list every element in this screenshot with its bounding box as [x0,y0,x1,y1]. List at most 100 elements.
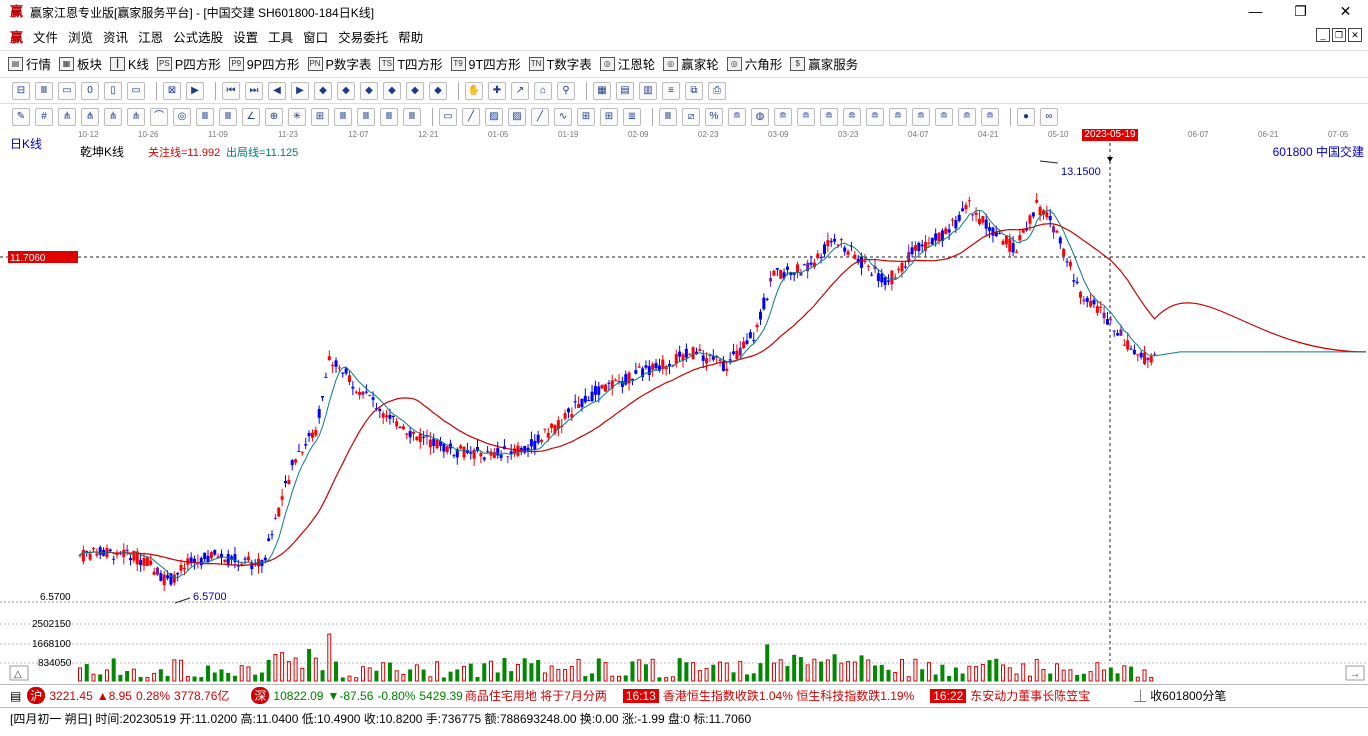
hand-icon[interactable]: ✋ [465,81,483,100]
mdi-restore-button[interactable]: ❐ [1332,28,1346,42]
diamond-icon[interactable]: ◆ [337,81,355,100]
levels-icon[interactable]: ≘ [889,107,907,126]
diamond-icon[interactable]: ◆ [360,81,378,100]
stripes-icon[interactable]: ≣ [623,107,641,126]
menu-help[interactable]: 帮助 [398,27,423,46]
bars-icon[interactable]: Ⅲ [334,107,352,126]
toolbar-sectors-button[interactable]: ▦ 板块 [59,54,102,73]
tag-icon[interactable]: ⌂ [534,81,552,100]
percent-icon[interactable]: % [705,107,723,126]
box-grid-icon[interactable]: ⊞ [577,107,595,126]
tick-detail-label[interactable]: 收601800分笔 [1150,687,1226,704]
bars-icon[interactable]: Ⅲ [219,107,237,126]
menu-tools[interactable]: 工具 [268,27,293,46]
menu-settings[interactable]: 设置 [233,27,258,46]
box-grid-icon[interactable]: ⊞ [600,107,618,126]
hatch-icon[interactable]: ▨ [485,107,503,126]
screen-icon[interactable]: ▭ [127,81,145,100]
page-icon[interactable]: ▭ [58,81,76,100]
fan-icon[interactable]: ⋔ [127,107,145,126]
list-icon[interactable]: ≡ [662,81,680,100]
toolbar-gann-wheel-button[interactable]: ◎ 江恩轮 [599,54,655,73]
toolbar-t-square-button[interactable]: TS T四方形 [379,54,443,73]
menu-trade[interactable]: 交易委托 [338,27,388,46]
levels-icon[interactable]: ≘ [866,107,884,126]
restore-button[interactable]: ❐ [1278,0,1323,24]
levels-icon[interactable]: ≘ [820,107,838,126]
first-icon[interactable]: ⏮ [222,81,240,100]
menu-formula[interactable]: 公式选股 [173,27,223,46]
minimize-button[interactable]: — [1233,0,1278,24]
color-wheel-icon[interactable]: ● [1017,107,1035,126]
kline-chart[interactable]: 10-12 10-26 11-09 11-23 12-07 12-21 01-0… [0,129,1368,682]
draw-icon[interactable]: ↗ [511,81,529,100]
infinity-icon[interactable]: ∞ [1040,107,1058,126]
levels-icon[interactable]: ≘ [728,107,746,126]
levels-icon[interactable]: ≘ [797,107,815,126]
news-item[interactable]: 香港恒生指数收跌1.04% 恒生科技指数跌1.19% [663,687,914,704]
last-icon[interactable]: ⏭ [245,81,263,100]
flag-icon[interactable]: ▶ [186,81,204,100]
zero-icon[interactable]: 0 [81,81,99,100]
levels-icon[interactable]: ≘ [774,107,792,126]
diamond-icon[interactable]: ◆ [406,81,424,100]
cross-out-icon[interactable]: ⊠ [163,81,181,100]
circle-grid-icon[interactable]: ◎ [173,107,191,126]
notes-icon[interactable]: ▥ [639,81,657,100]
news-item[interactable]: 东安动力董事长陈笠宝 [970,687,1126,704]
next-icon[interactable]: ▶ [291,81,309,100]
toolbar-p-table-button[interactable]: PN P数字表 [307,54,371,73]
star-icon[interactable]: ✳ [288,107,306,126]
hatch-icon[interactable]: ▨ [508,107,526,126]
circle-icon[interactable]: ◍ [751,107,769,126]
levels-icon[interactable]: ≘ [912,107,930,126]
levels-icon[interactable]: ≘ [843,107,861,126]
wave-icon[interactable]: ∿ [554,107,572,126]
levels-icon[interactable]: ≘ [958,107,976,126]
line-icon[interactable]: ╱ [531,107,549,126]
layout-icon[interactable]: ⊟ [12,81,30,100]
ratio-icon[interactable]: ⧄ [682,107,700,126]
levels-icon[interactable]: ≘ [935,107,953,126]
diamond-icon[interactable]: ◆ [429,81,447,100]
bars-icon[interactable]: Ⅲ [35,81,53,100]
arc-icon[interactable]: ⌒ [150,107,168,126]
mdi-close-button[interactable]: ✕ [1348,28,1362,42]
toolbar-kline-button[interactable]: ┃ K线 [110,54,149,73]
toolbar-winner-wheel-button[interactable]: ◎ 赢家轮 [663,54,719,73]
menu-gann[interactable]: 江恩 [138,27,163,46]
candle-type-icon[interactable]: ▯ [104,81,122,100]
target-icon[interactable]: ⊕ [265,107,283,126]
menu-window[interactable]: 窗口 [303,27,328,46]
toolbar-p-square-button[interactable]: PS P四方形 [156,54,221,73]
line-icon[interactable]: ╱ [462,107,480,126]
angle-icon[interactable]: ∠ [242,107,260,126]
levels-icon[interactable]: ≘ [981,107,999,126]
fan-icon[interactable]: ⋔ [58,107,76,126]
bars-icon[interactable]: Ⅲ [357,107,375,126]
mdi-minimize-button[interactable]: _ [1316,28,1330,42]
close-button[interactable]: ✕ [1323,0,1368,24]
bars-icon[interactable]: Ⅲ [403,107,421,126]
toolbar-service-button[interactable]: $ 赢家服务 [790,54,858,73]
toolbar-hexagon-button[interactable]: ◎ 六角形 [726,54,782,73]
bars-icon[interactable]: Ⅲ [196,107,214,126]
table-icon[interactable]: ▤ [616,81,634,100]
box-grid-icon[interactable]: ⊞ [311,107,329,126]
toolbar-quotes-button[interactable]: ▤ 行情 [8,54,51,73]
diamond-icon[interactable]: ◆ [383,81,401,100]
grid-lines-icon[interactable]: # [35,107,53,126]
toolbar-9p-square-button[interactable]: P9 9P四方形 [228,54,300,73]
toolbar-t-table-button[interactable]: TN T数字表 [528,54,592,73]
rect-icon[interactable]: ▭ [439,107,457,126]
news-item[interactable]: 商品住宅用地 将于7月分两 [465,687,607,704]
menu-file[interactable]: 文件 [33,27,58,46]
menu-info[interactable]: 资讯 [103,27,128,46]
menu-browse[interactable]: 浏览 [68,27,93,46]
toolbar-9t-square-button[interactable]: T9 9T四方形 [450,54,521,73]
export-icon[interactable]: ⧉ [685,81,703,100]
bars-icon[interactable]: Ⅲ [659,107,677,126]
print-icon[interactable]: ⎙ [708,81,726,100]
pen-icon[interactable]: ✎ [12,107,30,126]
fan-icon[interactable]: ⋔ [81,107,99,126]
